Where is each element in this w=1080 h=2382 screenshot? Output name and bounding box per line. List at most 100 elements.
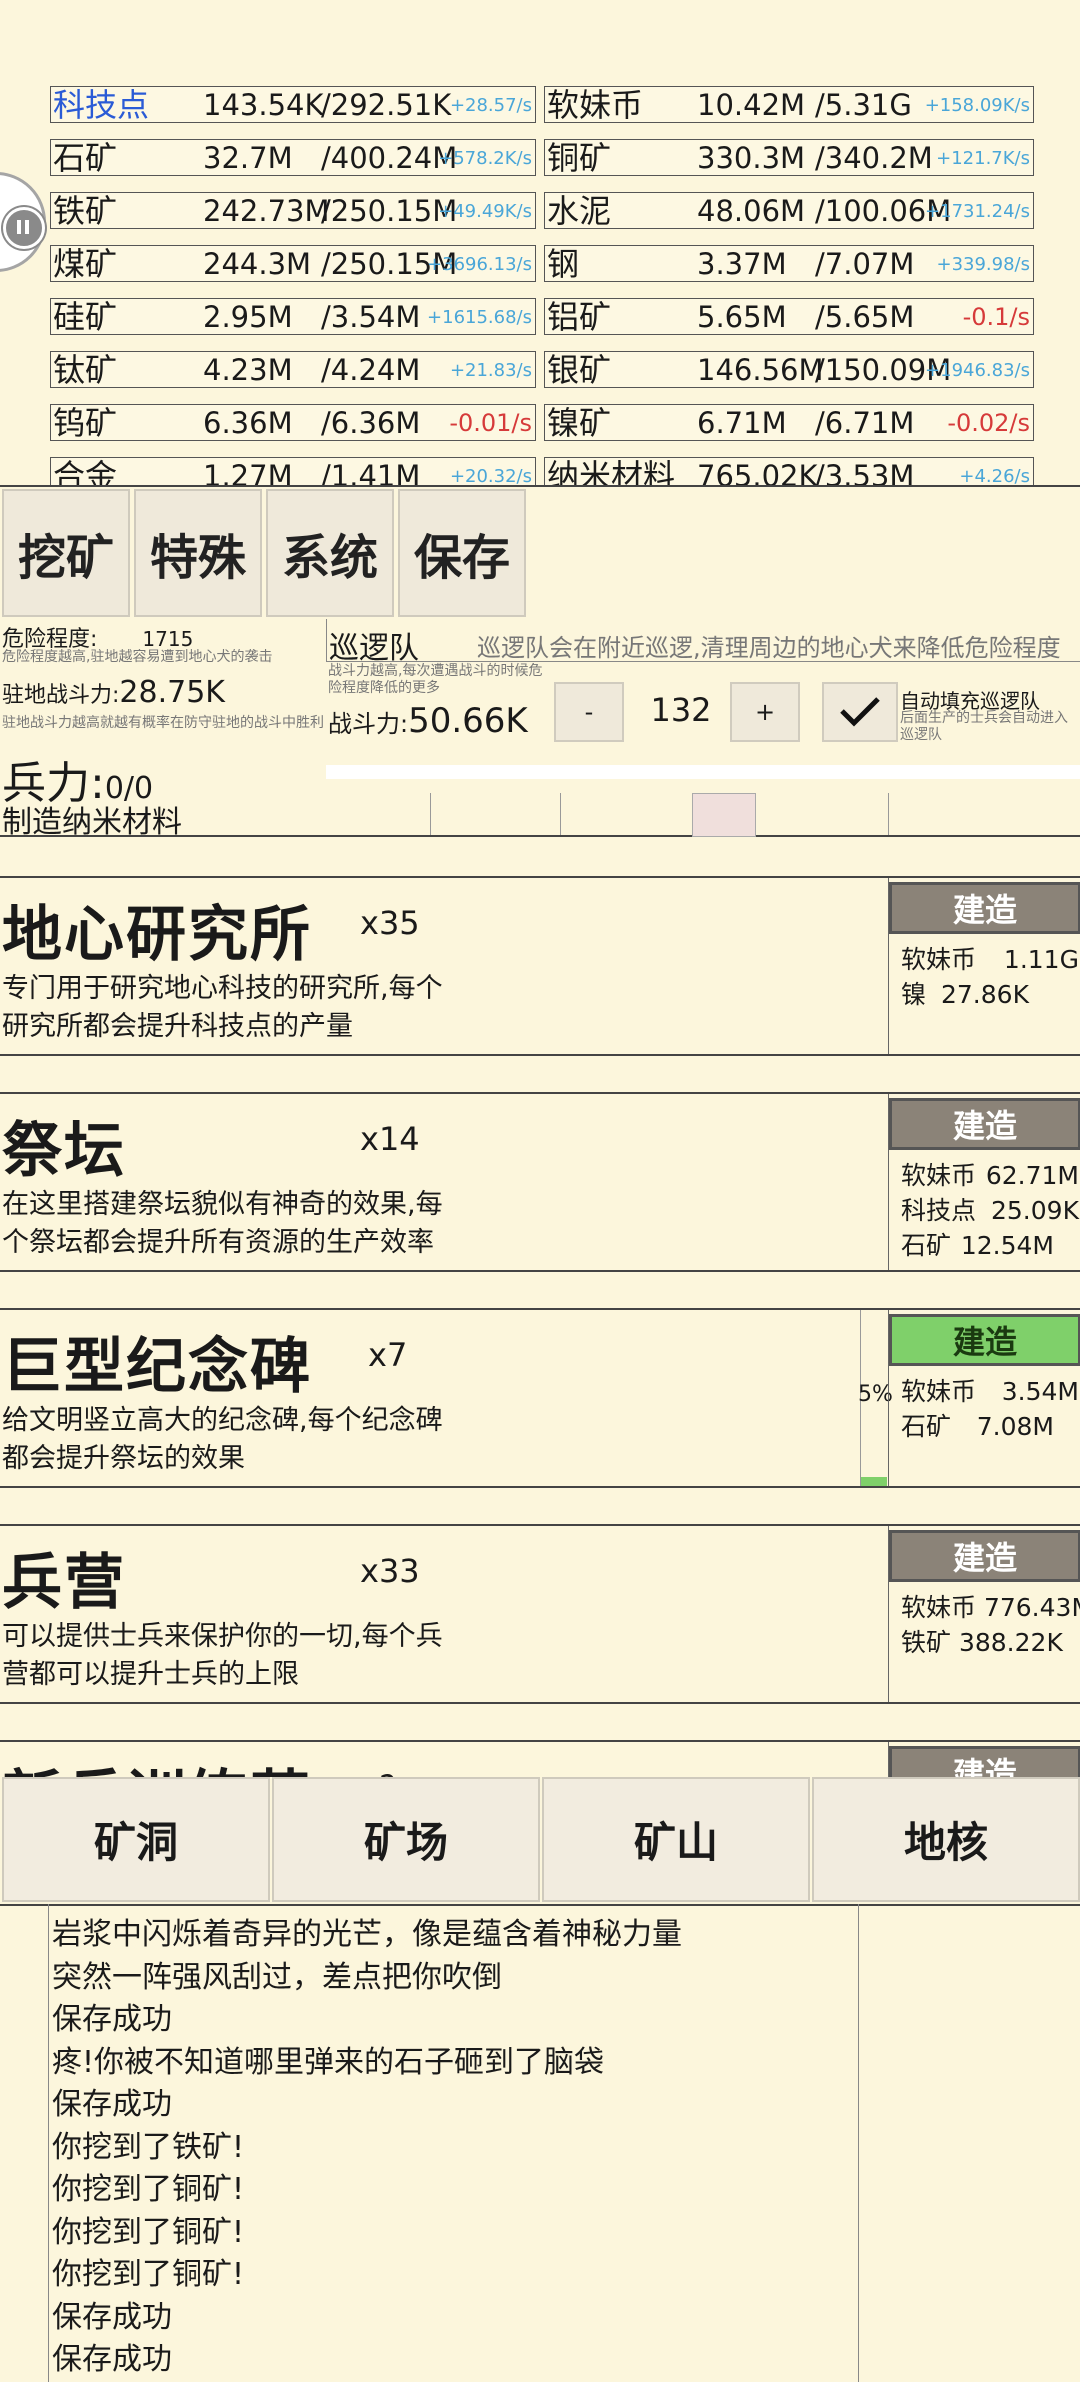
- cost-name: 铁矿: [901, 1628, 952, 1657]
- cost-value: 62.71M: [985, 1161, 1079, 1190]
- resource-rate: +21.83/s: [449, 360, 532, 381]
- cost-name: 科技点: [901, 1196, 977, 1225]
- log-line: 保存成功: [52, 2299, 172, 2335]
- resource-name: 钛矿: [53, 351, 118, 388]
- cost-name: 石矿: [901, 1412, 952, 1441]
- build-button[interactable]: 建造: [889, 1098, 1080, 1150]
- building-list[interactable]: 制造纳米材料 地心研究所 x35 专门用于研究地心科技的研究所,每个研究所都会提升科…: [0, 783, 1080, 1777]
- mining-button[interactable]: 挖矿: [2, 489, 130, 617]
- resource-row: 铜矿 330.3M/340.2M +121.7K/s: [544, 139, 1034, 176]
- resource-max: /7.07M: [815, 247, 915, 281]
- log-line: 保存成功: [52, 2002, 172, 2037]
- cost-item: 科技点 25.09K: [901, 1193, 1079, 1228]
- resource-value: 48.06M: [697, 194, 806, 228]
- resource-rate: +158.09K/s: [924, 95, 1030, 116]
- cost-value: 1.11G: [1003, 945, 1079, 974]
- resource-rate: +1731.24/s: [925, 201, 1030, 222]
- resource-max: /6.71M: [815, 406, 915, 440]
- garrison-label: 驻地战斗力:: [2, 683, 120, 708]
- resource-name[interactable]: 科技点: [53, 87, 149, 122]
- resource-rate: +49.49K/s: [438, 201, 532, 222]
- resource-rate: +28.57/s: [449, 95, 532, 116]
- resource-name: 水泥: [547, 192, 612, 229]
- log-line: 保存成功: [52, 2087, 172, 2122]
- auto-fill-checkbox[interactable]: [822, 682, 898, 742]
- build-button[interactable]: 建造: [889, 1530, 1080, 1582]
- resource-name: 铜矿: [547, 139, 612, 176]
- cost-panel: 建造 软妹币 62.71M 科技点 25.09K 石矿 12.54M: [888, 1094, 1080, 1270]
- resource-max: /5.65M: [815, 300, 915, 334]
- tab-mountain[interactable]: 矿山: [542, 1777, 810, 1902]
- cost-name: 软妹币: [901, 945, 977, 974]
- message-log[interactable]: 岩浆中闪烁着奇异的光芒，像是蕴含着神秘力量 突然一阵强风刮过，差点把你吹倒 保存成功…: [0, 1904, 1080, 2382]
- progress-fill: [861, 1477, 887, 1486]
- resource-row: 铁矿 242.73M/250.15M +49.49K/s: [50, 192, 536, 229]
- save-button[interactable]: 保存: [398, 489, 526, 617]
- danger-value: 1715: [142, 627, 194, 651]
- build-button[interactable]: 建造: [889, 882, 1080, 934]
- resource-name: 镍矿: [547, 404, 612, 441]
- pause-icon: [3, 207, 45, 249]
- patrol-progress-bar: [326, 765, 1080, 779]
- system-button[interactable]: 系统: [266, 489, 394, 617]
- resource-value: 6.71M: [697, 406, 787, 440]
- garrison-value: 28.75K: [119, 675, 225, 710]
- resource-value: 242.73M: [203, 194, 330, 228]
- resource-max: /6.36M: [321, 406, 421, 440]
- tab-core[interactable]: 地核: [812, 1777, 1080, 1902]
- building-card: 祭坛 x14 在这里搭建祭坛貌似有神奇的效果,每个祭坛都会提升所有资源的生产效率 建造…: [0, 1092, 1080, 1272]
- resource-value: 765.02K: [697, 459, 818, 485]
- resource-row: 钨矿 6.36M/6.36M -0.01/s: [50, 404, 536, 441]
- sidebar-toggle-button[interactable]: [0, 172, 46, 272]
- danger-panel: 危险程度: 1715 危险程度越高,驻地越容易遭到地心犬的袭击 驻地战斗力:28…: [0, 619, 326, 809]
- resource-name: 钢: [547, 245, 580, 282]
- resource-value: 10.42M: [697, 88, 806, 122]
- resource-value: 330.3M: [697, 141, 806, 175]
- cost-panel: 建造 软妹币 3.54M 石矿 7.08M: [888, 1310, 1080, 1486]
- patrol-desc: 巡逻队会在附近巡逻,清理周边的地心犬来降低危险程度: [477, 634, 1061, 662]
- building-card: 地心研究所 x35 专门用于研究地心科技的研究所,每个研究所都会提升科技点的产量 建造…: [0, 876, 1080, 1056]
- resource-rate: +339.98/s: [936, 254, 1030, 275]
- resource-name: 石矿: [53, 139, 118, 176]
- log-line: 你挖到了铜矿!: [52, 2172, 245, 2207]
- cost-name: 镍: [901, 980, 927, 1009]
- resource-value: 6.36M: [203, 406, 293, 440]
- resource-name: 软妹币: [547, 86, 644, 123]
- log-line: 你挖到了铁矿!: [52, 2129, 245, 2165]
- cost-list: 软妹币 776.43M铁矿 388.22K: [901, 1590, 1080, 1660]
- cost-name: 软妹币: [901, 1161, 977, 1190]
- build-progress: 5%: [858, 1310, 893, 1486]
- building-desc: 在这里搭建祭坛貌似有神奇的效果,每个祭坛都会提升所有资源的生产效率: [2, 1189, 443, 1258]
- resource-row: 软妹币 10.42M/5.31G +158.09K/s: [544, 86, 1034, 123]
- resource-max: /3.54M: [321, 300, 421, 334]
- tab-cave[interactable]: 矿洞: [2, 1777, 270, 1902]
- resource-value: 143.54K: [203, 88, 324, 122]
- resource-name: 铝矿: [547, 298, 612, 335]
- log-lines: 岩浆中闪烁着奇异的光芒，像是蕴含着神秘力量 突然一阵强风刮过，差点把你吹倒 保存成功…: [52, 1914, 682, 2382]
- special-button[interactable]: 特殊: [134, 489, 262, 617]
- log-divider: [858, 1904, 859, 2382]
- resource-max: /3.53M: [815, 459, 915, 485]
- resource-rate: +121.7K/s: [936, 148, 1030, 169]
- resource-name: 合金: [53, 457, 118, 485]
- resource-name: 钨矿: [53, 404, 118, 441]
- tab-field[interactable]: 矿场: [272, 1777, 540, 1902]
- building-name: 祭坛: [2, 1116, 126, 1186]
- building-count: x7: [368, 1336, 408, 1374]
- log-line: 岩浆中闪烁着奇异的光芒，像是蕴含着神秘力量: [52, 1917, 682, 1952]
- patrol-panel: 巡逻队 巡逻队会在附近巡逻,清理周边的地心犬来降低危险程度 战斗力越高,每次遭遇…: [326, 619, 1080, 799]
- build-button[interactable]: 建造: [889, 1746, 1080, 1777]
- build-button[interactable]: 建造: [889, 1314, 1080, 1366]
- craft-cell: [560, 793, 691, 835]
- patrol-increase-button[interactable]: +: [730, 682, 800, 742]
- resource-rate: -0.01/s: [449, 409, 532, 437]
- log-line: 你挖到了铜矿!: [52, 2257, 245, 2292]
- resource-value: 146.56M: [697, 353, 824, 387]
- patrol-title: 巡逻队: [329, 631, 419, 662]
- resource-rate: +4.26/s: [959, 466, 1030, 485]
- resource-value: 32.7M: [203, 141, 293, 175]
- resource-name: 银矿: [547, 351, 612, 388]
- craft-cell-active[interactable]: [692, 793, 756, 837]
- patrol-decrease-button[interactable]: -: [554, 682, 624, 742]
- resource-row: 铝矿 5.65M/5.65M -0.1/s: [544, 298, 1034, 335]
